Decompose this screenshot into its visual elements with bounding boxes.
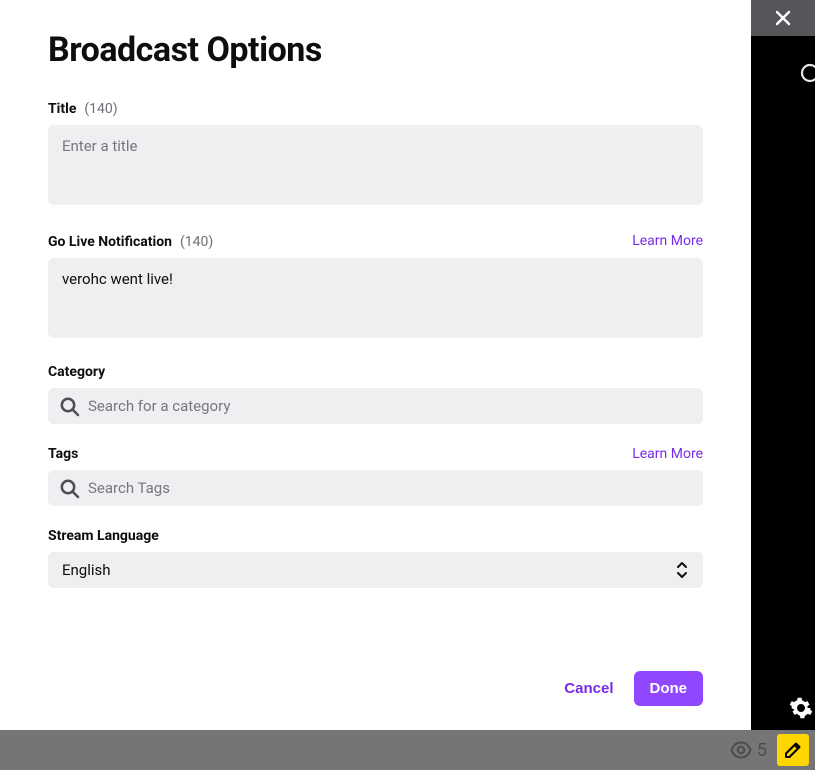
modal-title: Broadcast Options bbox=[48, 30, 703, 70]
title-label: Title bbox=[48, 101, 76, 117]
category-search-input[interactable] bbox=[48, 388, 703, 424]
broadcast-options-modal: Broadcast Options Title (140) Go Live No… bbox=[0, 0, 751, 730]
tags-field: Tags Learn More bbox=[48, 446, 703, 506]
title-input[interactable] bbox=[48, 125, 703, 205]
right-sidebar bbox=[751, 36, 815, 730]
notification-field: Go Live Notification (140) Learn More bbox=[48, 231, 703, 342]
modal-close-area bbox=[751, 0, 815, 36]
pencil-icon bbox=[782, 739, 804, 761]
language-select[interactable]: English bbox=[48, 552, 703, 588]
edit-button[interactable] bbox=[777, 734, 809, 766]
title-field: Title (140) bbox=[48, 98, 703, 209]
notification-input[interactable] bbox=[48, 258, 703, 338]
category-label: Category bbox=[48, 364, 105, 380]
notification-label: Go Live Notification bbox=[48, 234, 172, 250]
done-button[interactable]: Done bbox=[634, 671, 704, 706]
tags-label: Tags bbox=[48, 446, 78, 462]
gear-icon[interactable] bbox=[789, 696, 815, 720]
language-field: Stream Language English bbox=[48, 528, 703, 588]
sort-arrows-icon bbox=[675, 561, 689, 579]
notification-learn-more-link[interactable]: Learn More bbox=[632, 233, 703, 249]
notification-count: (140) bbox=[180, 234, 213, 250]
tags-learn-more-link[interactable]: Learn More bbox=[632, 446, 703, 462]
viewer-number: 5 bbox=[757, 740, 767, 761]
category-field: Category bbox=[48, 364, 703, 424]
close-icon[interactable] bbox=[774, 9, 792, 27]
language-selected-value: English bbox=[62, 561, 111, 579]
modal-actions: Cancel Done bbox=[48, 671, 703, 706]
cancel-button[interactable]: Cancel bbox=[558, 672, 619, 705]
bottom-status-bar: 5 bbox=[0, 730, 815, 770]
search-icon[interactable] bbox=[797, 60, 815, 88]
title-count: (140) bbox=[84, 101, 117, 117]
tags-search-input[interactable] bbox=[48, 470, 703, 506]
eye-icon bbox=[730, 739, 752, 761]
viewer-count: 5 bbox=[730, 739, 767, 761]
language-label: Stream Language bbox=[48, 528, 159, 544]
